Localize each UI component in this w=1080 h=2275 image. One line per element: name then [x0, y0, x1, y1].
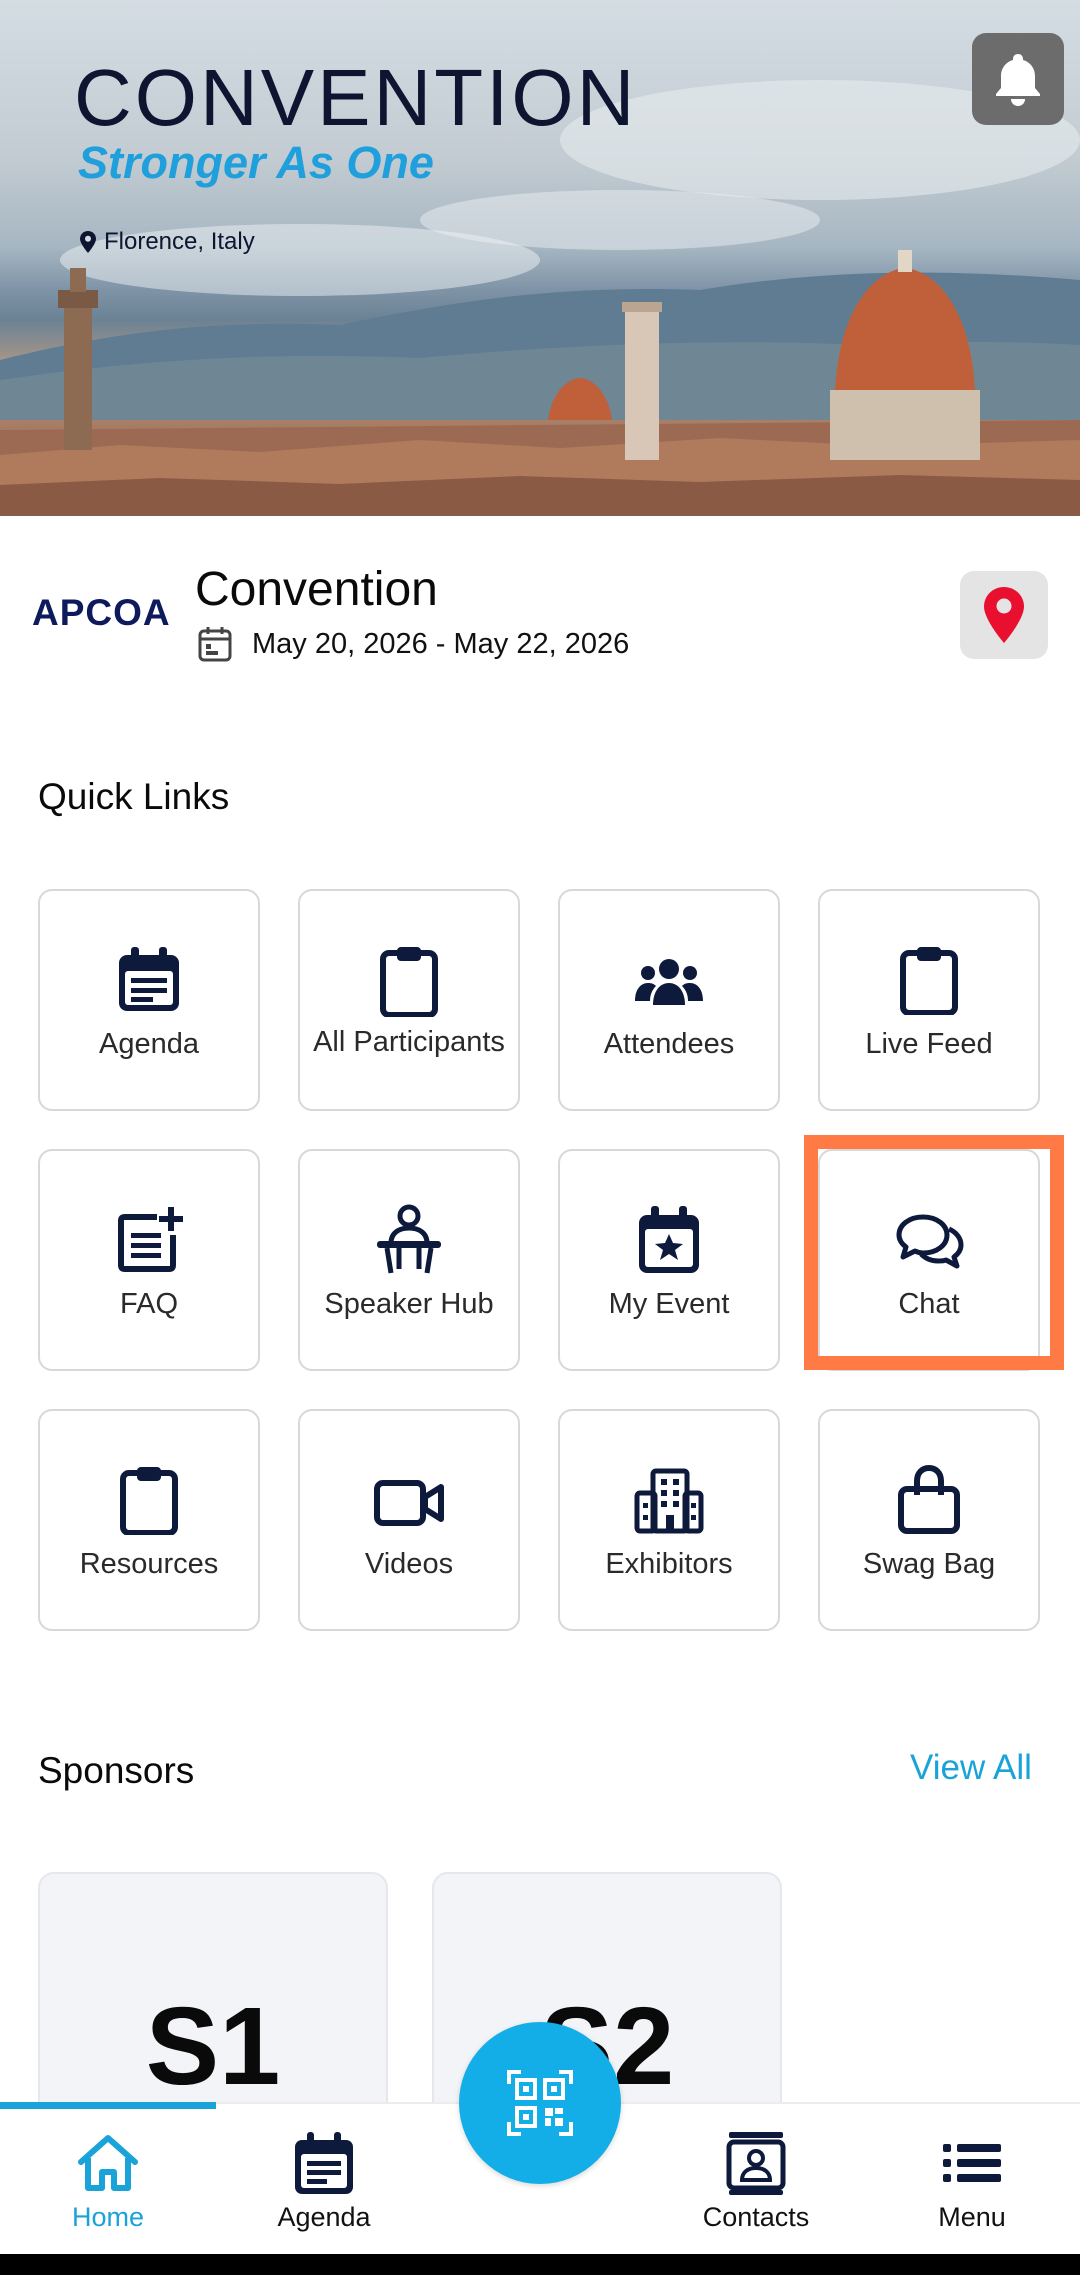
quick-link-label: Agenda [99, 1027, 199, 1060]
users-icon [635, 958, 703, 1005]
calendar-star-icon [639, 1205, 699, 1273]
system-gesture-bar [0, 2254, 1080, 2275]
calendar-icon [119, 946, 179, 1011]
clipboard-icon [120, 1466, 178, 1535]
qr-scan-button[interactable] [459, 2022, 621, 2184]
nav-agenda[interactable]: Agenda [216, 2108, 432, 2254]
event-dates-text: May 20, 2026 - May 22, 2026 [252, 627, 630, 660]
notifications-button[interactable] [972, 33, 1064, 125]
map-pin-icon [984, 587, 1024, 643]
nav-menu[interactable]: Menu [864, 2108, 1080, 2254]
qr-code-icon [507, 2070, 573, 2136]
quick-link-speaker-hub[interactable]: Speaker Hub [298, 1149, 520, 1371]
nav-contacts[interactable]: Contacts [648, 2108, 864, 2254]
building-icon [634, 1468, 704, 1534]
nav-label: Agenda [277, 2201, 371, 2232]
clipboard-icon [380, 946, 438, 1017]
quick-link-label: Attendees [603, 1027, 735, 1060]
nav-home[interactable]: Home [0, 2108, 216, 2254]
quick-link-label: FAQ [119, 1287, 178, 1320]
nav-label: Home [71, 2201, 145, 2232]
clipboard-icon [900, 946, 958, 1015]
event-title: Convention [195, 563, 438, 616]
home-icon [78, 2134, 138, 2191]
quick-link-all-participants[interactable]: All Participants [298, 889, 520, 1111]
event-map-button[interactable] [960, 571, 1048, 659]
quick-link-label: Swag Bag [862, 1547, 996, 1580]
quick-link-label: All Participants [313, 1025, 505, 1058]
hero-tagline: Stronger As One [78, 137, 434, 188]
app-screen: CONVENTION Stronger As One Florence, Ita… [0, 0, 1080, 2275]
bell-icon [996, 54, 1040, 106]
quick-link-label: Exhibitors [605, 1547, 733, 1580]
sponsors-title: Sponsors [38, 1750, 195, 1791]
quick-link-live-feed[interactable]: Live Feed [818, 889, 1040, 1111]
event-dates: May 20, 2026 - May 22, 2026 [198, 626, 629, 662]
organizer-logo: APCOA [32, 592, 171, 633]
quick-link-label: My Event [608, 1287, 730, 1320]
speaker-podium-icon [377, 1204, 441, 1274]
calendar-icon [198, 627, 232, 662]
quick-link-swag-bag[interactable]: Swag Bag [818, 1409, 1040, 1631]
quick-link-agenda[interactable]: Agenda [38, 889, 260, 1111]
chat-bubbles-icon [896, 1214, 964, 1269]
hero-location: Florence, Italy [80, 228, 255, 256]
quick-link-label: Videos [364, 1547, 454, 1580]
calendar-icon [295, 2131, 353, 2194]
nav-label: Contacts [702, 2201, 810, 2232]
event-header: APCOA Convention May 20, 2026 - May 22, … [0, 516, 1080, 686]
view-all-sponsors-link[interactable]: View All [910, 1748, 1032, 1788]
list-menu-icon [943, 2143, 1001, 2182]
video-camera-icon [374, 1479, 444, 1526]
quick-link-faq[interactable]: FAQ [38, 1149, 260, 1371]
quick-link-videos[interactable]: Videos [298, 1409, 520, 1631]
quick-link-label: Speaker Hub [324, 1287, 494, 1320]
shopping-bag-icon [898, 1464, 960, 1534]
quick-link-label: Resources [79, 1547, 219, 1580]
quick-link-exhibitors[interactable]: Exhibitors [558, 1409, 780, 1631]
quick-links-title: Quick Links [38, 776, 230, 817]
quick-link-label: Live Feed [865, 1027, 993, 1060]
hero-title: CONVENTION [74, 53, 638, 142]
quick-link-attendees[interactable]: Attendees [558, 889, 780, 1111]
quick-link-label: Chat [898, 1287, 960, 1320]
location-text: Florence, Italy [104, 228, 255, 255]
nav-label: Menu [938, 2201, 1006, 2232]
quick-link-chat[interactable]: Chat [818, 1149, 1040, 1371]
quick-link-resources[interactable]: Resources [38, 1409, 260, 1631]
quick-link-my-event[interactable]: My Event [558, 1149, 780, 1371]
note-add-icon [118, 1206, 183, 1272]
location-pin-icon [80, 231, 96, 253]
hero-banner: CONVENTION Stronger As One Florence, Ita… [0, 0, 1080, 516]
contact-card-icon [726, 2131, 786, 2195]
